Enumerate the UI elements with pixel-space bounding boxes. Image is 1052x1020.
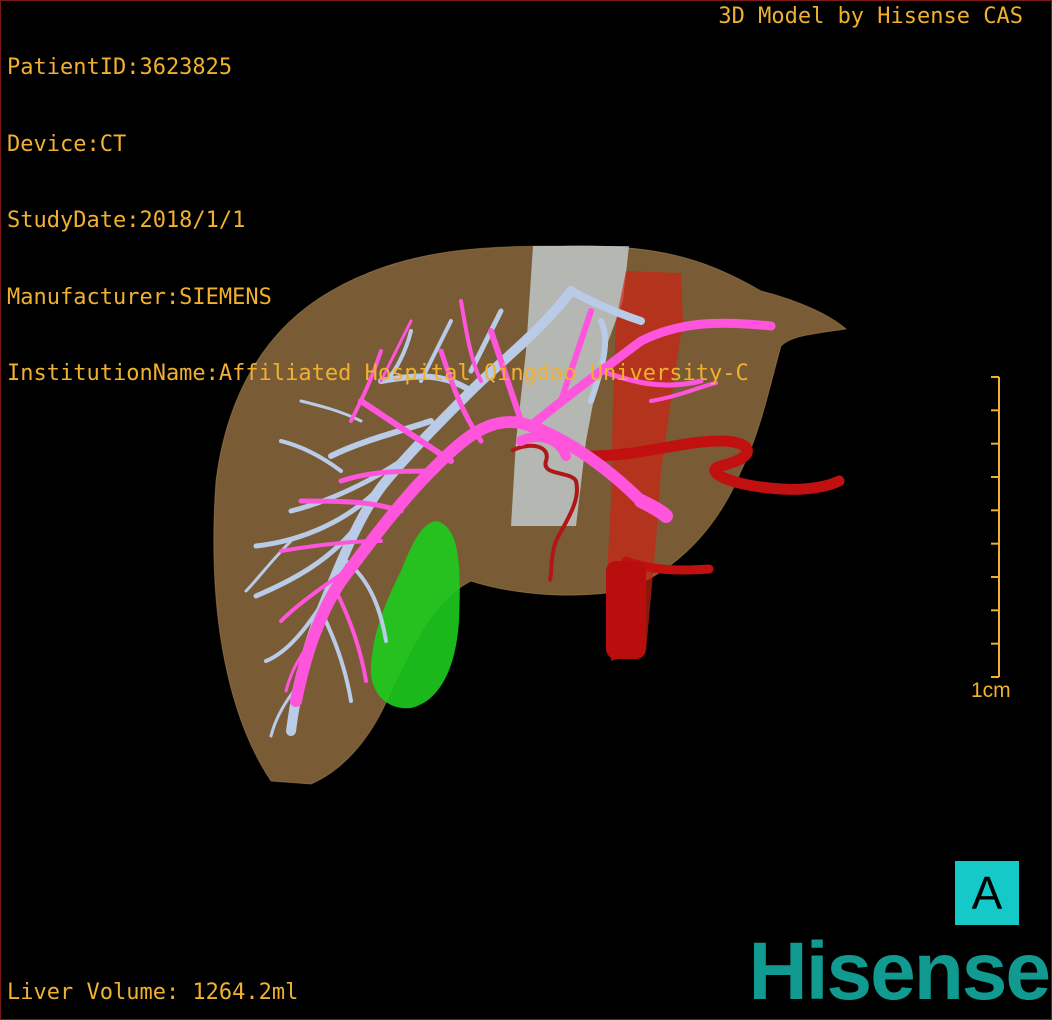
scale-label: 1cm	[971, 679, 1011, 702]
study-date: StudyDate:2018/1/1	[7, 208, 246, 233]
manufacturer: Manufacturer:SIEMENS	[7, 284, 272, 310]
patient-info-panel: PatientID:3623825 Device:CT StudyDate:20…	[7, 4, 749, 438]
aorta-lower	[606, 561, 646, 659]
institution-name: InstitutionName:Affiliated Hospital Qing…	[7, 361, 749, 386]
orientation-indicator[interactable]: A	[955, 861, 1019, 925]
scale-bar	[991, 376, 1000, 678]
model-credit: 3D Model by Hisense CAS	[718, 4, 1023, 29]
device: Device:CT	[7, 131, 127, 157]
3d-viewport[interactable]: PatientID:3623825 Device:CT StudyDate:20…	[0, 0, 1052, 1020]
orientation-label: A	[971, 867, 1003, 919]
hisense-logo: Hisense	[748, 926, 1051, 1017]
patient-id: PatientID:3623825	[7, 55, 233, 80]
liver-volume: Liver Volume: 1264.2ml	[7, 979, 299, 1005]
